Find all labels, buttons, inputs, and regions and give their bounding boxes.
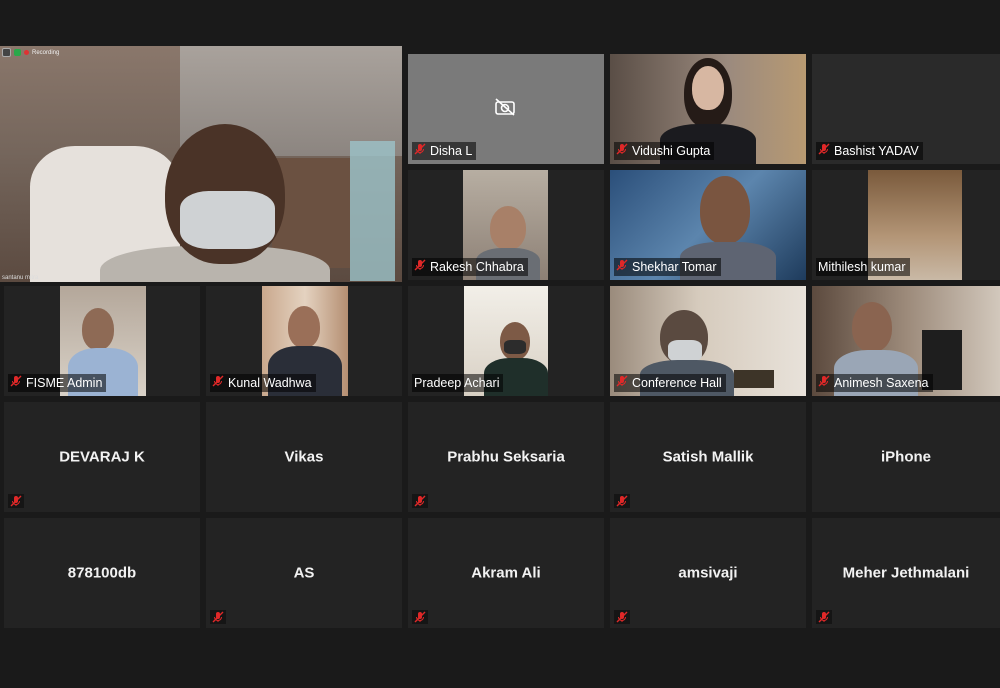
muted-mic-icon — [412, 610, 428, 624]
participant-tile[interactable]: Vidushi Gupta — [610, 54, 806, 164]
speaker-name: santanu mitra — [2, 275, 39, 281]
participant-tile[interactable]: Rakesh Chhabra — [408, 170, 604, 280]
participant-tile[interactable]: Vikas — [206, 402, 402, 512]
participant-name: iPhone — [880, 448, 931, 466]
muted-mic-icon — [210, 610, 226, 624]
participant-name: Shekhar Tomar — [632, 260, 717, 274]
participant-tile[interactable]: AS — [206, 518, 402, 628]
info-icon[interactable] — [2, 48, 11, 57]
muted-mic-icon — [816, 610, 832, 624]
muted-mic-icon — [212, 375, 224, 391]
muted-mic-icon — [616, 143, 628, 159]
participant-name: Vidushi Gupta — [632, 144, 711, 158]
participant-tile[interactable]: amsivaji — [610, 518, 806, 628]
muted-mic-icon — [614, 494, 630, 508]
active-speaker-tile[interactable]: Recording santanu mitra — [0, 46, 402, 282]
participant-tile[interactable]: Disha L — [408, 54, 604, 164]
participant-label: Conference Hall — [614, 374, 726, 392]
participant-name: Vikas — [284, 448, 324, 466]
participant-name: Satish Mallik — [662, 448, 754, 466]
participant-name: Conference Hall — [632, 376, 722, 390]
participant-label: Mithilesh kumar — [816, 258, 910, 276]
participant-tile[interactable]: Shekhar Tomar — [610, 170, 806, 280]
muted-mic-icon — [818, 375, 830, 391]
recording-label: Recording — [32, 49, 60, 56]
participant-name: Akram Ali — [471, 564, 541, 582]
participant-name: Mithilesh kumar — [818, 260, 906, 274]
recording-indicator: Recording — [2, 48, 59, 57]
participant-label: FISME Admin — [8, 374, 107, 392]
participant-tile[interactable]: Animesh Saxena — [812, 286, 1000, 396]
participant-tile[interactable]: Satish Mallik — [610, 402, 806, 512]
participant-label: Disha L — [412, 142, 477, 160]
participant-name: Pradeep Achari — [414, 376, 500, 390]
participant-tile[interactable]: Pradeep Achari — [408, 286, 604, 396]
participant-name: DEVARAJ K — [59, 448, 145, 466]
muted-mic-icon — [614, 610, 630, 624]
participant-label: Bashist YADAV — [816, 142, 923, 160]
participant-tile[interactable]: 878100db — [4, 518, 200, 628]
muted-mic-icon — [818, 143, 830, 159]
participant-name: AS — [293, 564, 315, 582]
participant-name: Rakesh Chhabra — [430, 260, 524, 274]
participant-name: Bashist YADAV — [834, 144, 919, 158]
muted-mic-icon — [412, 494, 428, 508]
participant-tile[interactable]: Meher Jethmalani — [812, 518, 1000, 628]
participant-tile[interactable]: Mithilesh kumar — [812, 170, 1000, 280]
participant-name: 878100db — [67, 564, 137, 582]
participant-name: FISME Admin — [26, 376, 103, 390]
participant-label: Kunal Wadhwa — [210, 374, 316, 392]
participant-name: Meher Jethmalani — [842, 564, 970, 582]
muted-mic-icon — [414, 143, 426, 159]
participant-name: Animesh Saxena — [834, 376, 929, 390]
participant-label: Rakesh Chhabra — [412, 258, 528, 276]
camera-off-icon — [494, 98, 516, 121]
participant-name: Prabhu Seksaria — [447, 448, 565, 466]
participant-tile[interactable]: Akram Ali — [408, 518, 604, 628]
participant-tile[interactable]: FISME Admin — [4, 286, 200, 396]
participant-name: Kunal Wadhwa — [228, 376, 312, 390]
muted-mic-icon — [616, 375, 628, 391]
participant-label: Pradeep Achari — [412, 374, 504, 392]
participant-name: Disha L — [430, 144, 473, 158]
participant-tile[interactable]: Kunal Wadhwa — [206, 286, 402, 396]
muted-mic-icon — [10, 375, 22, 391]
participant-name: amsivaji — [678, 564, 738, 582]
participant-label: Shekhar Tomar — [614, 258, 721, 276]
shield-icon[interactable] — [14, 49, 21, 56]
participant-tile[interactable]: Conference Hall — [610, 286, 806, 396]
participant-tile[interactable]: DEVARAJ K — [4, 402, 200, 512]
participant-tile[interactable]: Prabhu Seksaria — [408, 402, 604, 512]
participant-tile[interactable]: Bashist YADAV — [812, 54, 1000, 164]
participant-label: Vidushi Gupta — [614, 142, 715, 160]
muted-mic-icon — [414, 259, 426, 275]
recording-icon — [24, 50, 29, 55]
participant-label: Animesh Saxena — [816, 374, 933, 392]
muted-mic-icon — [616, 259, 628, 275]
muted-mic-icon — [8, 494, 24, 508]
participant-tile[interactable]: iPhone — [812, 402, 1000, 512]
